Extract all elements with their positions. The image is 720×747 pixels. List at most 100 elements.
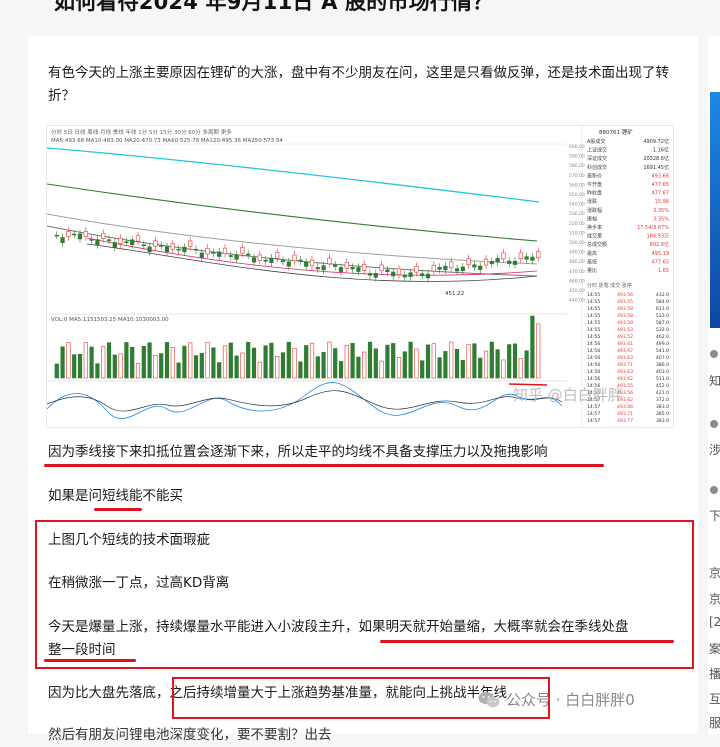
candle-body (472, 264, 477, 268)
tick-time: 14:55 (587, 292, 600, 298)
panel-tabs: 分时 逐笔 成交 涨停 (587, 282, 632, 289)
tick-price: 493.58 (617, 306, 633, 312)
tick-price: 493.58 (617, 313, 633, 319)
price-axis-label: 470.00 (569, 269, 585, 275)
candle-body (512, 260, 518, 265)
volume-bar (298, 361, 303, 379)
candle-body (240, 247, 245, 254)
tick-price: 493.56 (617, 292, 633, 298)
volume-bar (420, 360, 425, 379)
volume-bar (396, 357, 402, 379)
candle-body (72, 233, 77, 236)
volume-bar (193, 355, 199, 379)
panel-row-label: 涨跌幅 (587, 207, 602, 214)
candle-body (170, 243, 175, 250)
volume-bar (309, 342, 315, 379)
candle-body (350, 266, 355, 270)
candle-body (199, 252, 204, 258)
panel-row-label: 上证成交 (587, 147, 607, 154)
candle-body (402, 274, 407, 278)
sidebar-text[interactable]: 下 (709, 507, 720, 524)
volume-bar (135, 362, 141, 379)
volume-bar (391, 343, 396, 379)
candle-body (518, 252, 523, 259)
candle-body (315, 267, 320, 270)
candle-body (60, 237, 65, 243)
volume-bar (460, 360, 465, 379)
tick-volume: 499.0 (656, 341, 669, 347)
volume-bar (159, 353, 164, 379)
candle-body (234, 254, 239, 260)
volume-bar (373, 348, 378, 379)
volume-bar (286, 341, 291, 379)
sidebar-text[interactable]: 京 (709, 564, 720, 581)
red-underline (44, 659, 136, 662)
candle-body (205, 248, 210, 255)
price-axis-label: 570.00 (569, 173, 585, 179)
volume-bar (414, 348, 419, 379)
price-axis-label: 520.00 (569, 221, 585, 227)
candle-body (478, 265, 483, 270)
tick-price: 493.55 (617, 299, 633, 305)
paragraph-kd: 在稍微涨一丁点，过高KD背离 (48, 575, 230, 591)
sidebar-text[interactable]: 互 (709, 690, 720, 707)
tick-volume: 386.0 (656, 362, 669, 368)
chart-toolbar: 分时 5日 日线 周线 月线 季线 年线 1分 5分 15分 30分 60分 多… (51, 128, 232, 136)
price-axis-label: 510.00 (569, 230, 585, 236)
price-axis-label: 440.00 (569, 298, 585, 304)
price-axis-label: 480.00 (569, 259, 585, 265)
candle-body (338, 267, 344, 272)
candle-body (425, 273, 431, 279)
price-axis-label: 580.00 (569, 163, 585, 169)
sidebar-text[interactable]: 服 (709, 714, 720, 731)
tick-price: 493.67 (617, 348, 633, 354)
candle-body (431, 264, 436, 272)
candle-body (193, 248, 199, 251)
candle-body (385, 269, 390, 273)
candle-body (251, 257, 257, 263)
candle-body (507, 260, 512, 264)
candle-body (112, 242, 117, 248)
candle-body (309, 259, 315, 267)
volume-bar (217, 362, 222, 379)
volume-bar (72, 354, 77, 379)
chart-watermark: 知乎 @白白胖胖 (513, 386, 623, 404)
volume-bar (478, 357, 483, 379)
candle-body (130, 239, 135, 246)
volume-bar (153, 354, 158, 379)
panel-row-value: 477.65 (652, 259, 670, 265)
volume-bar (385, 344, 390, 379)
paragraph-volume: 今天是爆量上涨，持续爆量水平能进入小波段主升，如果明天就开始量缩，大概率就会在季… (48, 619, 629, 635)
panel-row-value: 495.19 (652, 251, 670, 257)
sidebar-banner[interactable] (710, 92, 720, 328)
tick-time: 14:57 (587, 411, 600, 417)
sidebar-text[interactable]: 案 (709, 640, 720, 657)
volume-bar (327, 341, 332, 379)
sidebar-text[interactable]: 知 (709, 372, 720, 389)
sidebar-text[interactable]: 涉 (709, 441, 720, 458)
tick-time: 14:56 (587, 348, 600, 354)
tick-time: 14:55 (587, 320, 600, 326)
sidebar-text[interactable]: 京 (709, 590, 720, 607)
candle-body (222, 247, 228, 255)
volume-bar (170, 347, 175, 379)
candle-body (246, 253, 251, 256)
panel-row-value: 1.65 (658, 268, 669, 274)
candle-body (124, 241, 129, 243)
sidebar-text[interactable]: [2 (709, 615, 720, 629)
candle-body (135, 235, 141, 242)
tick-volume: 383.0 (656, 418, 669, 424)
candle-body (373, 273, 378, 278)
candle-body (524, 256, 529, 260)
candle-body (54, 234, 59, 237)
candle-body (298, 259, 303, 262)
candle-body (106, 239, 112, 242)
tick-price: 493.59 (617, 320, 633, 326)
sidebar-text[interactable]: 播 (709, 665, 720, 682)
panel-row-value: 477.67 (652, 191, 670, 197)
tick-price: 493.62 (617, 376, 633, 382)
tick-price: 493.63 (617, 369, 633, 375)
panel-row-label: 今开盘 (587, 181, 602, 188)
candle-body (153, 240, 158, 247)
volume-bar (518, 358, 523, 379)
